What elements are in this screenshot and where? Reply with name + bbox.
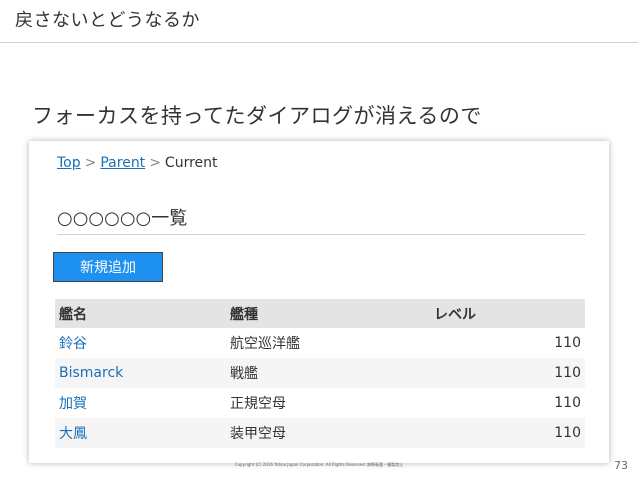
ship-type-cell: 航空巡洋艦 [230, 336, 300, 352]
breadcrumb-top-link[interactable]: Top [57, 155, 81, 171]
table-row: 加賀 正規空母 110 [55, 388, 585, 418]
ship-type-cell: 装甲空母 [226, 418, 430, 448]
column-header-name[interactable]: 艦名 [55, 299, 226, 328]
table-row: 鈴谷 航空巡洋艦 110 [55, 328, 585, 358]
ship-type-cell: 戦艦 [226, 358, 430, 388]
ship-level-cell: 110 [430, 418, 585, 448]
copyright-notice: Copyright (C) 2016 Yahoo Japan Corporati… [234, 462, 404, 467]
slide-subtitle: フォーカスを持ってたダイアログが消えるので [32, 104, 482, 128]
page-number: 73 [614, 459, 628, 472]
table-row: Bismarck 戦艦 110 [55, 358, 585, 388]
slide-title: 戻さないとどうなるか [15, 10, 200, 31]
table-header-row: 艦名 艦種 レベル [55, 299, 585, 328]
ship-name-link[interactable]: Bismarck [55, 358, 226, 388]
breadcrumb-separator: > [84, 155, 97, 171]
breadcrumb: Top > Parent > Current [57, 155, 218, 171]
title-divider [0, 42, 638, 43]
breadcrumb-separator: > [149, 155, 161, 171]
ship-level-cell: 110 [554, 335, 581, 351]
ship-level-cell: 110 [430, 358, 585, 388]
column-header-level[interactable]: レベル [430, 299, 585, 328]
add-new-button[interactable]: 新規追加 [53, 252, 163, 282]
ship-level-cell: 110 [554, 395, 581, 411]
breadcrumb-parent-link[interactable]: Parent [100, 155, 145, 171]
app-screenshot-panel: Top > Parent > Current ○○○○○○一覧 新規追加 艦名 艦種 レ… [29, 141, 609, 463]
ship-name-link[interactable]: 鈴谷 [55, 328, 226, 358]
ship-name-link[interactable]: 加賀 [55, 388, 226, 418]
ship-table: 艦名 艦種 レベル 鈴谷 航空巡洋艦 110 Bismarck 戦艦 110 加… [55, 299, 585, 448]
breadcrumb-current: Current [164, 155, 218, 171]
page-title: ○○○○○○一覧 [57, 204, 585, 235]
table-row: 大鳳 装甲空母 110 [55, 418, 585, 448]
column-header-type[interactable]: 艦種 [226, 299, 430, 328]
ship-type-cell: 正規空母 [230, 396, 286, 412]
ship-name-link[interactable]: 大鳳 [55, 418, 226, 448]
